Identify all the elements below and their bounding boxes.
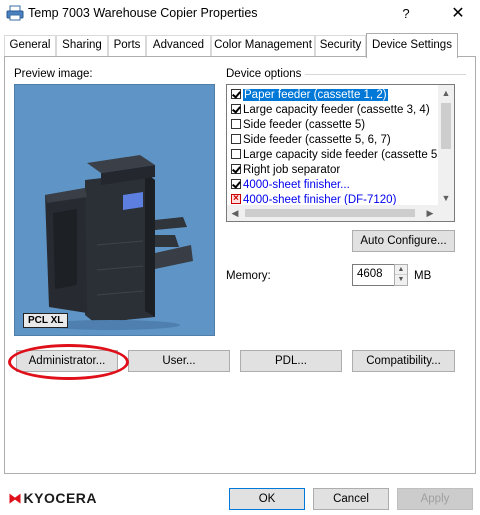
scroll-down-icon[interactable]: ▼ — [438, 190, 454, 206]
tab-security[interactable]: Security — [315, 35, 366, 56]
horizontal-scrollbar[interactable]: ◀ ▶ — [227, 205, 454, 221]
tab-sharing[interactable]: Sharing — [56, 35, 108, 56]
device-options-label: Device options — [226, 68, 306, 80]
kyocera-logo: ⧓KYOCERA — [8, 490, 97, 507]
list-item[interactable]: Side feeder (cassette 5, 6, 7) — [231, 133, 391, 147]
cancel-button[interactable]: Cancel — [313, 488, 389, 510]
scroll-right-icon[interactable]: ▶ — [422, 205, 438, 221]
list-item[interactable]: Side feeder (cassette 5) — [231, 118, 365, 132]
printer-icon — [6, 5, 24, 21]
vertical-scrollbar[interactable]: ▲ ▼ — [438, 85, 454, 206]
memory-label: Memory: — [226, 270, 271, 282]
list-item-label: Large capacity side feeder (cassette 5, … — [243, 149, 455, 161]
tab-device-settings[interactable]: Device Settings — [366, 33, 458, 58]
list-item-label: Side feeder (cassette 5, 6, 7) — [243, 134, 391, 146]
list-item[interactable]: 4000-sheet finisher... — [231, 178, 350, 192]
compatibility-button[interactable]: Compatibility... — [352, 350, 455, 372]
tab-ports[interactable]: Ports — [108, 35, 146, 56]
tab-strip: General Sharing Ports Advanced Color Man… — [4, 33, 476, 58]
preview-image: PCL XL — [14, 84, 215, 336]
list-item-label: Paper feeder (cassette 1, 2) — [243, 89, 388, 101]
help-button[interactable]: ? — [392, 2, 420, 26]
close-button[interactable]: ✕ — [440, 2, 476, 26]
tab-general[interactable]: General — [4, 35, 56, 56]
memory-unit: MB — [414, 270, 432, 282]
administrator-button[interactable]: Administrator... — [16, 350, 118, 372]
checkbox[interactable] — [231, 192, 241, 206]
device-options-list[interactable]: Paper feeder (cassette 1, 2) Large capac… — [226, 84, 455, 222]
scroll-left-icon[interactable]: ◀ — [227, 205, 243, 221]
list-item[interactable]: Large capacity side feeder (cassette 5, … — [231, 148, 455, 162]
group-divider — [304, 74, 466, 75]
copier-illustration — [40, 155, 193, 330]
checkbox[interactable] — [231, 179, 241, 189]
scroll-up-icon[interactable]: ▲ — [438, 85, 454, 101]
logo-text: KYOCERA — [23, 490, 98, 506]
memory-input[interactable]: 4608 — [352, 264, 395, 286]
checkbox[interactable] — [231, 149, 241, 159]
checkbox[interactable] — [231, 119, 241, 129]
list-item-label: Side feeder (cassette 5) — [243, 119, 366, 131]
list-item[interactable]: Large capacity feeder (cassette 3, 4) — [231, 103, 430, 117]
tab-color-management[interactable]: Color Management — [211, 35, 315, 56]
list-item-label: Large capacity feeder (cassette 3, 4) — [243, 104, 430, 116]
list-item-label: Right job separator — [243, 164, 341, 176]
tab-advanced[interactable]: Advanced — [146, 35, 211, 56]
user-button[interactable]: User... — [128, 350, 230, 372]
checkbox[interactable] — [231, 134, 241, 144]
ok-button[interactable]: OK — [229, 488, 305, 510]
pdl-badge: PCL XL — [23, 313, 69, 328]
checkbox[interactable] — [231, 104, 241, 114]
checkbox[interactable] — [231, 164, 241, 174]
window-title: Temp 7003 Warehouse Copier Properties — [28, 6, 258, 20]
spin-up-icon[interactable]: ▲ — [395, 265, 407, 275]
list-item-label: 4000-sheet finisher... — [243, 179, 350, 191]
pdl-button[interactable]: PDL... — [240, 350, 342, 372]
list-item[interactable]: Right job separator — [231, 163, 340, 177]
memory-spinner[interactable]: ▲ ▼ — [394, 264, 408, 286]
checkbox[interactable] — [231, 89, 241, 99]
spin-down-icon[interactable]: ▼ — [395, 275, 407, 285]
scroll-thumb[interactable] — [441, 103, 451, 149]
auto-configure-button[interactable]: Auto Configure... — [352, 230, 455, 252]
title-bar: Temp 7003 Warehouse Copier Properties ? … — [0, 0, 480, 28]
scroll-thumb[interactable] — [245, 209, 415, 217]
apply-button[interactable]: Apply — [397, 488, 473, 510]
preview-label: Preview image: — [14, 68, 93, 80]
brand-mark-icon: ⧓ — [8, 490, 23, 506]
list-item[interactable]: Paper feeder (cassette 1, 2) — [231, 88, 388, 102]
